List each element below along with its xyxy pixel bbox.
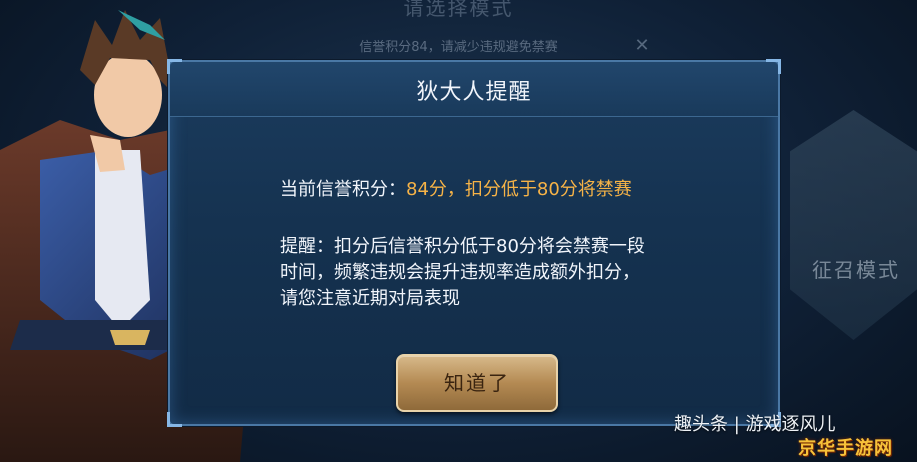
got-it-button[interactable]: 知道了 — [396, 354, 558, 412]
corner-ornament — [167, 412, 182, 427]
reminder-dialog: 狄大人提醒 当前信誉积分：84分，扣分低于80分将禁赛 提醒：扣分后信誉积分低于… — [167, 59, 781, 427]
close-icon[interactable]: ✕ — [628, 35, 656, 57]
mode-card-label: 征召模式 — [812, 258, 900, 282]
dialog-header: 狄大人提醒 — [170, 62, 778, 117]
dialog-title: 狄大人提醒 — [416, 80, 532, 105]
credit-score-line: 当前信誉积分：84分，扣分低于80分将禁赛 — [280, 175, 632, 201]
notice-line: 提醒：扣分后信誉积分低于80分将会禁赛一段 — [280, 236, 645, 257]
reminder-notice: 提醒：扣分后信誉积分低于80分将会禁赛一段 时间，频繁违规会提升违规率造成额外扣… — [280, 234, 740, 312]
credit-score-highlight: 84分，扣分低于80分将禁赛 — [406, 179, 632, 200]
watermark-text: 趣头条 | 游戏逐风儿 — [674, 414, 836, 435]
brand-logo-text: 京华手游网 — [798, 438, 893, 459]
notice-line: 时间，频繁违规会提升违规率造成额外扣分， — [280, 262, 640, 283]
credit-score-prefix: 当前信誉积分： — [280, 179, 406, 200]
notice-line: 请您注意近期对局表现 — [280, 288, 460, 309]
